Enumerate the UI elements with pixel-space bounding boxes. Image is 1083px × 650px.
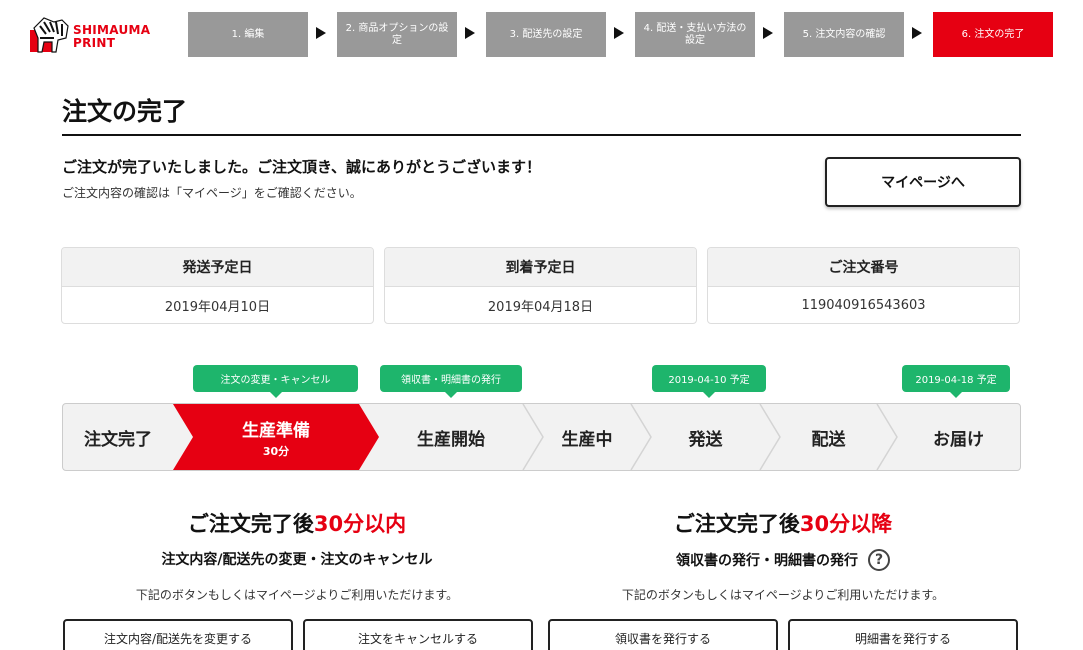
cancel-order-button[interactable]: 注文をキャンセルする [303,619,533,650]
issue-statement-button[interactable]: 明細書を発行する [788,619,1018,650]
right-section-subtitle: 領収書の発行・明細書の発行 ? [548,549,1018,571]
step-order-confirm: 5. 注文内容の確認 [784,12,904,57]
step-edit: 1. 編集 [188,12,308,57]
ship-date-box: 発送予定日 2019年04月10日 [61,247,374,324]
stage-production-start: 生産開始 [417,429,485,450]
stage-shipped: 発送 [688,429,723,450]
tag-receipt-statement: 領収書・明細書の発行 [380,365,522,398]
right-section-note: 下記のボタンもしくはマイページよりご利用いただけます。 [621,588,945,602]
arrival-date-value: 2019年04月18日 [487,300,594,315]
step-arrow-icon [614,27,624,39]
step-arrow-icon [316,27,326,39]
arrival-date-box: 到着予定日 2019年04月18日 [384,247,697,324]
ship-date-value: 2019年04月10日 [164,300,271,315]
left-section-title: ご注文完了後30分以内 [187,512,407,536]
step-arrow-icon [763,27,773,39]
step-order-complete: 6. 注文の完了 [933,12,1053,57]
stage-delivery: 配送 [811,429,846,450]
ship-date-label: 発送予定日 [62,248,373,287]
tag-arrival-date: 2019-04-18 予定 [902,365,1010,398]
thanks-message: ご注文が完了いたしました。ご注文頂き、誠にありがとうございます！ [62,158,541,176]
stage-production-prep-time: 30分 [262,444,290,458]
step-shipping-address: 3. 配送先の設定 [486,12,606,57]
step-arrow-icon [912,27,922,39]
left-section-note: 下記のボタンもしくはマイページよりご利用いただけます。 [135,588,459,602]
stage-order-complete: 注文完了 [84,429,152,450]
arrival-date-label: 到着予定日 [385,248,696,287]
mypage-button[interactable]: マイページへ [825,157,1021,207]
step-arrow-icon [465,27,475,39]
zebra-logo-icon [30,17,69,53]
step-shipping-payment: 4. 配送・支払い方法の設定 [635,12,755,57]
title-divider [62,134,1021,136]
tag-ship-date: 2019-04-10 予定 [652,365,766,398]
confirm-note: ご注文内容の確認は「マイページ」をご確認ください。 [62,186,362,200]
help-icon[interactable]: ? [868,549,890,571]
change-order-button[interactable]: 注文内容/配送先を変更する [63,619,293,650]
logo-text: SHIMAUMA PRINT [73,23,151,50]
stage-delivered: お届け [933,429,984,450]
shimauma-print-logo[interactable]: SHIMAUMA PRINT [28,16,173,56]
right-section-title: ご注文完了後30分以降 [673,512,893,536]
tag-change-cancel: 注文の変更・キャンセル [193,365,358,398]
left-section-subtitle: 注文内容/配送先の変更・注文のキャンセル [161,552,433,568]
order-number-label: ご注文番号 [708,248,1019,287]
issue-receipt-button[interactable]: 領収書を発行する [548,619,778,650]
stage-production-prep: 生産準備 30分 [242,420,310,458]
step-product-options: 2. 商品オプションの設定 [337,12,457,57]
order-number-box: ご注文番号 119040916543603 [707,247,1020,324]
site-header: SHIMAUMA PRINT 1. 編集 2. 商品オプションの設定 3. 配送… [0,0,1083,70]
page-title: 注文の完了 [62,97,188,126]
order-progress: 注文完了 生産準備 30分 生産開始 生産中 発送 配送 お届け [62,403,1021,471]
stage-in-production: 生産中 [561,429,613,450]
order-number-value: 119040916543603 [801,298,926,313]
